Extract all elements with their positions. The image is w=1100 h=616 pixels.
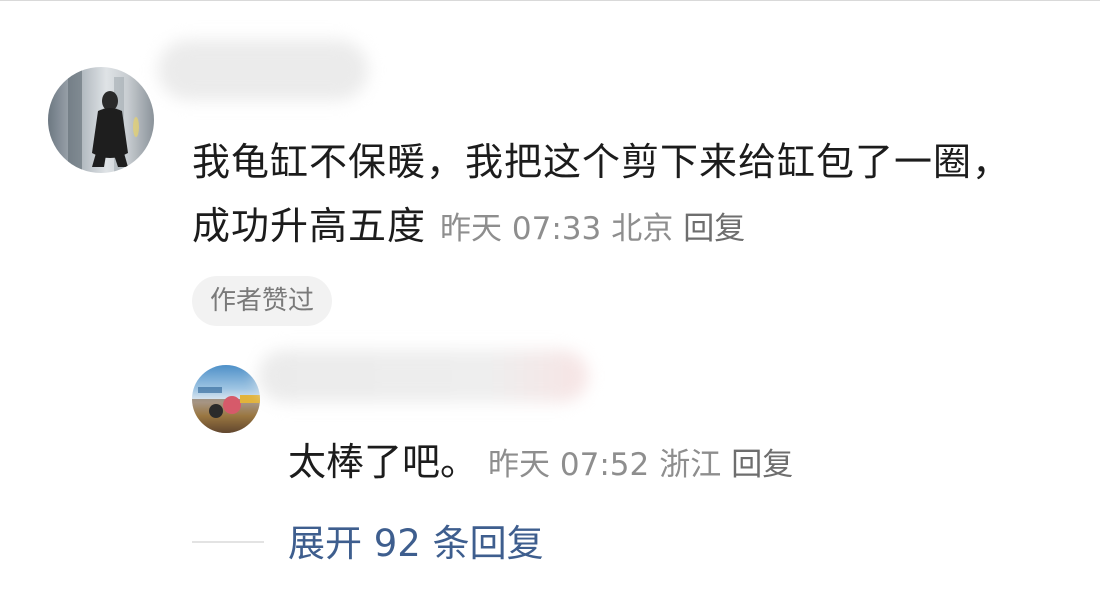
avatar[interactable]: [48, 67, 154, 173]
reply-reply-button[interactable]: 回复: [731, 447, 793, 483]
reply-avatar-scene-icon: [192, 387, 260, 433]
reply-location: 浙江: [659, 447, 722, 483]
comment-line-2: 成功升高五度 昨天 07:33 北京 回复: [192, 194, 1072, 261]
reply-avatar[interactable]: [192, 365, 260, 433]
author-liked-badge: 作者赞过: [192, 276, 333, 326]
reply-content: 太棒了吧。: [288, 440, 479, 484]
comment-text: 我龟缸不保暖，我把这个剪下来给缸包了一圈， 成功升高五度 昨天 07:33 北京 回复: [192, 130, 1072, 261]
reply-username-blurred[interactable]: [258, 350, 588, 402]
reply-time: 昨天 07:52: [488, 447, 650, 483]
expand-replies-button[interactable]: 展开 92 条回复: [288, 518, 544, 570]
expand-divider: [192, 541, 264, 543]
comment-location: 北京: [611, 211, 674, 247]
comment-meta: 昨天 07:33 北京 回复: [440, 211, 755, 247]
top-divider: [0, 0, 1100, 1]
comment-line-2-text: 成功升高五度: [192, 204, 427, 248]
comment-time: 昨天 07:33: [440, 211, 602, 247]
username-blurred[interactable]: [158, 40, 368, 100]
avatar-figure-icon: [68, 67, 139, 173]
reply-meta: 昨天 07:52 浙江 回复: [488, 447, 803, 483]
comment-reply-button[interactable]: 回复: [683, 211, 745, 247]
comment-line-1: 我龟缸不保暖，我把这个剪下来给缸包了一圈，: [192, 140, 1012, 184]
reply-text: 太棒了吧。 昨天 07:52 浙江 回复: [288, 430, 803, 497]
